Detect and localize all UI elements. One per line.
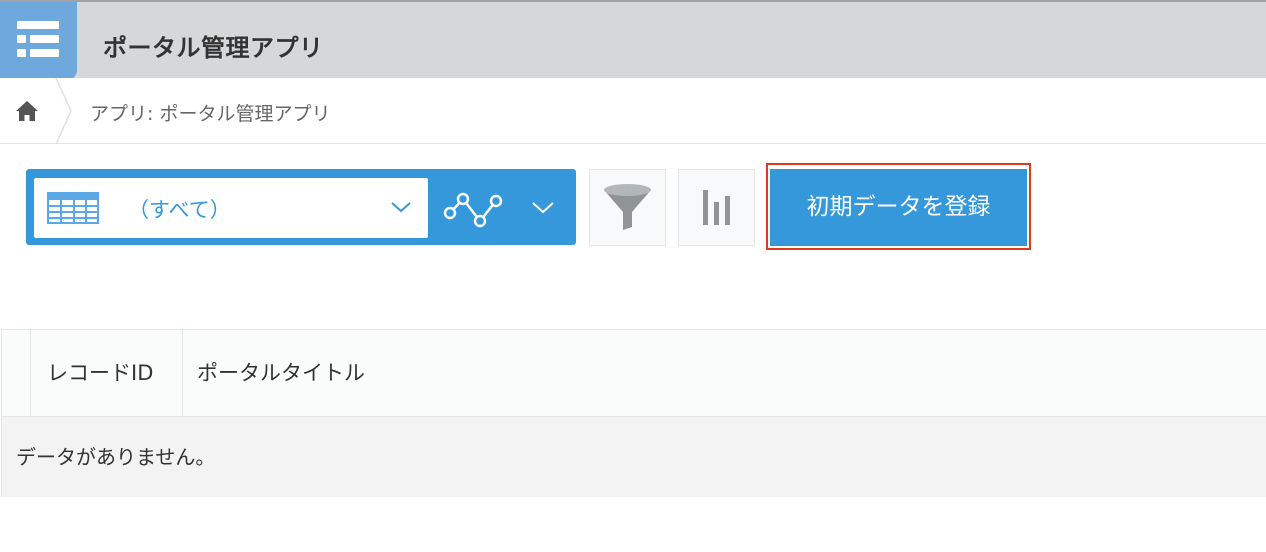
column-header-record-id[interactable]: レコードID [31,330,183,416]
bar-chart-icon [703,190,730,225]
chevron-down-icon [391,202,411,213]
chevron-down-icon [532,202,554,214]
chart-button[interactable] [678,169,755,246]
app-title: ポータル管理アプリ [103,34,324,62]
records-table: レコードID ポータルタイトル データがありません。 [1,329,1266,497]
register-initial-data-button[interactable]: 初期データを登録 [770,169,1027,246]
view-select-value: （すべて） [128,198,231,222]
breadcrumb-separator [55,78,72,144]
home-icon[interactable] [14,98,40,124]
filter-button[interactable] [589,169,666,246]
graph-view-button[interactable] [436,177,514,237]
graph-menu-button[interactable] [526,177,562,237]
line-graph-icon [443,192,503,228]
view-selector-group: （すべて） [26,169,576,245]
view-select[interactable]: （すべて） [34,178,428,238]
table-header: レコードID ポータルタイトル [2,330,1266,417]
filter-icon [604,184,651,230]
app-header: ポータル管理アプリ [0,0,1266,80]
breadcrumb-current[interactable]: アプリ: ポータル管理アプリ [90,99,330,126]
table-icon [47,192,99,224]
breadcrumb: アプリ: ポータル管理アプリ [0,78,1266,144]
list-icon [0,2,77,80]
empty-message: データがありません。 [2,417,1266,497]
column-header-portal-title[interactable]: ポータルタイトル [183,330,365,416]
table-header-spacer [2,330,31,416]
